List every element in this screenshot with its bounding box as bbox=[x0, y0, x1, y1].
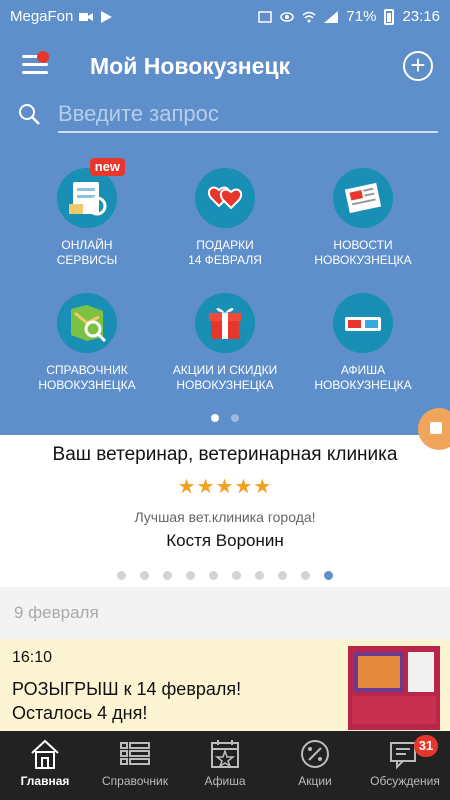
cast-icon bbox=[258, 10, 273, 23]
hearts-icon bbox=[195, 168, 255, 228]
category-directory[interactable]: СПРАВОЧНИК НОВОКУЗНЕЦКА bbox=[12, 293, 162, 393]
category-label-line1: ОНЛАЙН bbox=[61, 238, 113, 252]
newspaper-icon bbox=[333, 168, 393, 228]
feed-item-thumbnail bbox=[348, 646, 440, 730]
3d-glasses-icon bbox=[333, 293, 393, 353]
nav-discussions-label: Обсуждения bbox=[370, 774, 440, 788]
new-badge: new bbox=[89, 158, 125, 176]
promo-author: Костя Воронин bbox=[166, 531, 284, 550]
category-gifts[interactable]: ПОДАРКИ 14 ФЕВРАЛЯ bbox=[150, 168, 300, 268]
home-icon bbox=[31, 739, 59, 769]
category-label-line2: 14 ФЕВРАЛЯ bbox=[188, 253, 262, 267]
category-grid: new ОНЛАЙН СЕРВИСЫ ПОДАРКИ 14 ФЕВРАЛЯ НОВО… bbox=[0, 145, 450, 435]
app-title: Мой Новокузнецк bbox=[90, 53, 291, 79]
page-dot-1[interactable] bbox=[211, 414, 219, 422]
bottom-navigation: Главная Справочник Афиша Акции Обсуждени… bbox=[0, 731, 450, 800]
wifi-icon bbox=[302, 11, 316, 22]
online-services-icon: new bbox=[57, 158, 125, 228]
promo-title: Ваш ветеринар, ветеринарная клиника bbox=[52, 444, 398, 465]
carrier-name: MegaFon bbox=[10, 8, 74, 25]
category-label-line1: ПОДАРКИ bbox=[196, 238, 254, 252]
nav-promotions[interactable]: Акции bbox=[270, 731, 360, 800]
search-bar bbox=[18, 97, 438, 133]
search-input[interactable] bbox=[58, 97, 438, 133]
nav-promotions-label: Акции bbox=[298, 774, 332, 788]
category-label-line1: НОВОСТИ bbox=[333, 238, 393, 252]
promo-quote: Лучшая вет.клиника города! bbox=[134, 509, 316, 525]
status-bar: MegaFon 71% 23:16 bbox=[0, 0, 450, 33]
calendar-star-icon bbox=[211, 740, 239, 768]
nav-events-label: Афиша bbox=[204, 774, 246, 788]
notification-dot bbox=[37, 51, 49, 63]
category-online-services[interactable]: new ОНЛАЙН СЕРВИСЫ bbox=[12, 158, 162, 268]
feed-date-header: 9 февраля bbox=[0, 587, 450, 639]
feed-item-subtitle: Осталось 4 дня! bbox=[12, 703, 148, 723]
page-dot-2[interactable] bbox=[231, 414, 239, 422]
map-icon bbox=[57, 293, 117, 353]
category-label-line2: СЕРВИСЫ bbox=[56, 253, 118, 267]
nav-directory[interactable]: Справочник bbox=[90, 731, 180, 800]
percent-icon bbox=[301, 740, 329, 768]
clock: 23:16 bbox=[402, 8, 440, 25]
category-news[interactable]: НОВОСТИ НОВОКУЗНЕЦКА bbox=[288, 168, 438, 268]
video-call-icon bbox=[79, 12, 94, 21]
list-icon bbox=[120, 742, 150, 765]
nav-discussions[interactable]: Обсуждения 31 bbox=[360, 731, 450, 800]
nav-home-label: Главная bbox=[20, 774, 70, 788]
category-label-line2: НОВОКУЗНЕЦКА bbox=[38, 378, 136, 392]
promo-banner[interactable]: Ваш ветеринар, ветеринарная клиника ★★★★… bbox=[0, 435, 450, 587]
app-header: Мой Новокузнецк + bbox=[0, 33, 450, 145]
category-events[interactable]: АФИША НОВОКУЗНЕЦКА bbox=[288, 293, 438, 393]
promo-pagination bbox=[0, 567, 450, 585]
eye-icon bbox=[280, 11, 295, 22]
rating-stars: ★★★★★ bbox=[177, 476, 273, 498]
signal-icon bbox=[324, 10, 339, 23]
category-label-line1: АКЦИИ И СКИДКИ bbox=[172, 363, 278, 377]
feed-item-time: 16:10 bbox=[12, 649, 53, 666]
category-label-line1: АФИША bbox=[340, 363, 386, 377]
nav-home[interactable]: Главная bbox=[0, 731, 90, 800]
feed-item[interactable]: 16:10 РОЗЫГРЫШ к 14 февраля! Осталось 4 … bbox=[0, 639, 450, 731]
category-label-line2: НОВОКУЗНЕЦКА bbox=[314, 253, 412, 267]
discussions-count-badge: 31 bbox=[414, 735, 438, 757]
nav-directory-label: Справочник bbox=[102, 774, 168, 788]
gift-icon bbox=[195, 293, 255, 353]
category-label-line2: НОВОКУЗНЕЦКА bbox=[314, 378, 412, 392]
battery-percent: 71% bbox=[346, 8, 377, 25]
category-label-line2: НОВОКУЗНЕЦКА bbox=[176, 378, 274, 392]
battery-icon bbox=[384, 8, 395, 25]
category-promotions[interactable]: АКЦИИ И СКИДКИ НОВОКУЗНЕЦКА bbox=[150, 293, 300, 393]
search-icon[interactable] bbox=[18, 103, 40, 125]
grid-pagination bbox=[0, 409, 450, 427]
feed-item-title: РОЗЫГРЫШ к 14 февраля! bbox=[12, 679, 242, 699]
play-store-icon bbox=[101, 10, 113, 23]
category-label-line1: СПРАВОЧНИК bbox=[46, 363, 128, 377]
add-icon[interactable]: + bbox=[403, 51, 433, 81]
nav-events[interactable]: Афиша bbox=[180, 731, 270, 800]
